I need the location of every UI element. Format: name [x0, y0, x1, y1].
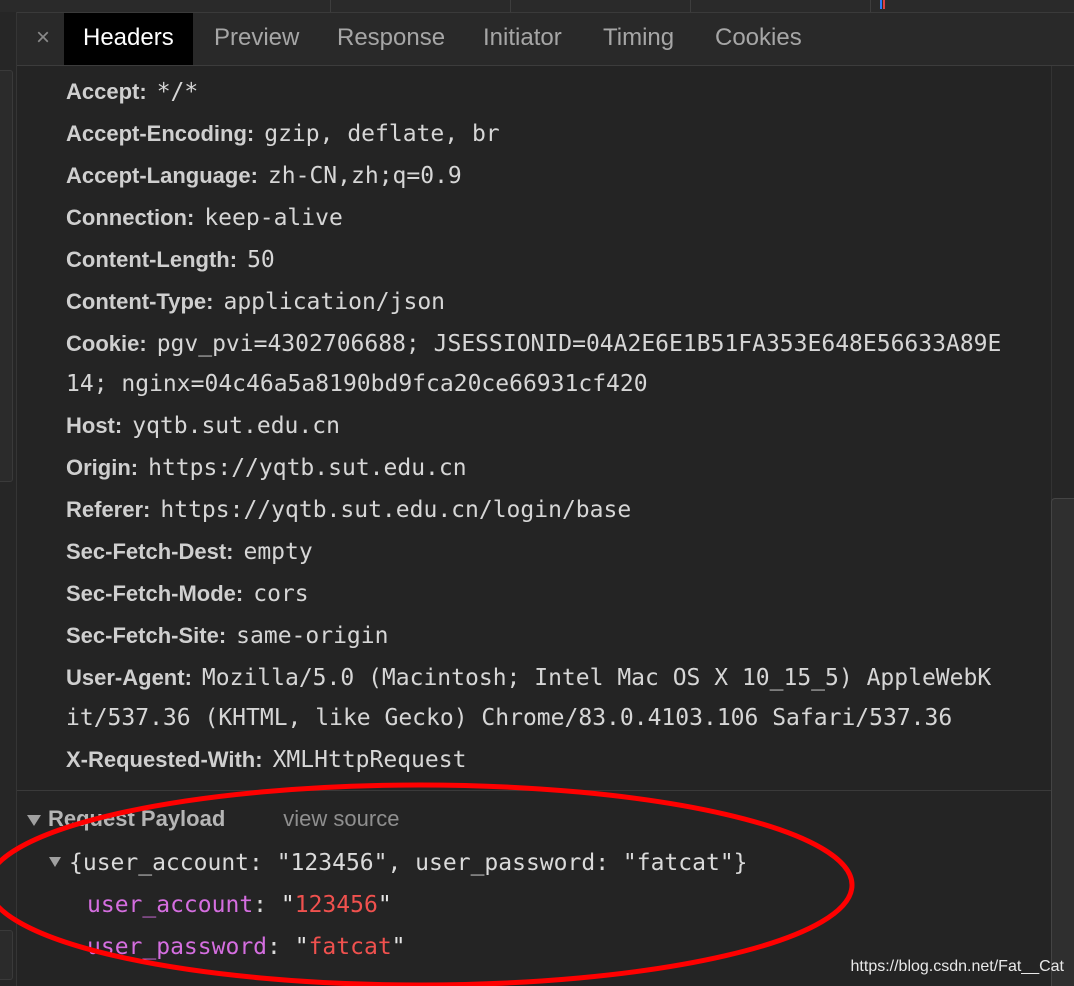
header-row: Host: yqtb.sut.edu.cn: [66, 406, 340, 446]
header-value: Mozilla/5.0 (Macintosh; Intel Mac OS X 1…: [201, 665, 992, 691]
payload-property: user_account: "123456": [87, 892, 392, 918]
request-list-edge: [0, 12, 17, 986]
payload-property: user_password: "fatcat": [87, 934, 406, 960]
header-row: X-Requested-With: XMLHttpRequest: [66, 740, 466, 780]
property-key: user_account: [87, 892, 254, 918]
disclosure-triangle-icon[interactable]: [27, 814, 41, 826]
header-name: Host:: [66, 413, 123, 438]
header-row: Sec-Fetch-Dest: empty: [66, 532, 313, 572]
property-value: fatcat: [308, 934, 392, 960]
payload-object-summary[interactable]: {user_account: "123456", user_password: …: [49, 843, 748, 883]
property-key: user_password: [87, 934, 268, 960]
header-row: Sec-Fetch-Mode: cors: [66, 574, 309, 614]
header-value: XMLHttpRequest: [272, 747, 467, 773]
property-value: 123456: [294, 892, 378, 918]
header-name: Origin:: [66, 455, 139, 480]
strip-divider: [330, 0, 331, 12]
waterfall-marker: [880, 0, 882, 9]
tab-initiator[interactable]: Initiator: [464, 13, 581, 65]
header-name: User-Agent:: [66, 665, 192, 690]
header-name: Sec-Fetch-Mode:: [66, 581, 244, 606]
top-toolbar-strip: [0, 0, 1074, 13]
section-title: Request Payload: [48, 806, 226, 831]
header-name: Connection:: [66, 205, 195, 230]
header-name: Sec-Fetch-Site:: [66, 623, 227, 648]
header-row: Cookie: pgv_pvi=4302706688; JSESSIONID=04…: [66, 324, 1001, 364]
waterfall-marker: [883, 0, 885, 9]
header-name: Sec-Fetch-Dest:: [66, 539, 234, 564]
request-list-scroll[interactable]: [0, 70, 13, 482]
detail-tab-bar: × Headers Preview Response Initiator Tim…: [17, 13, 1074, 66]
header-value-continuation: it/537.36 (KHTML, like Gecko) Chrome/83.…: [66, 705, 953, 731]
header-value: application/json: [223, 289, 446, 315]
header-row: Origin: https://yqtb.sut.edu.cn: [66, 448, 467, 488]
expand-triangle-icon[interactable]: [49, 857, 61, 867]
header-value: https://yqtb.sut.edu.cn/login/base: [160, 497, 632, 523]
header-value: empty: [243, 539, 313, 565]
header-name: Content-Type:: [66, 289, 214, 314]
header-value: https://yqtb.sut.edu.cn: [148, 455, 467, 481]
header-value: zh-CN,zh;q=0.9: [267, 163, 462, 189]
header-name: Accept-Language:: [66, 163, 258, 188]
header-row: Accept: */*: [66, 72, 198, 112]
header-value: cors: [253, 581, 309, 607]
tab-headers[interactable]: Headers: [64, 13, 193, 65]
header-value: */*: [156, 79, 199, 105]
header-row: Connection: keep-alive: [66, 198, 343, 238]
devtools-network-panel: × Headers Preview Response Initiator Tim…: [0, 0, 1074, 986]
header-name: Content-Length:: [66, 247, 238, 272]
header-row: Content-Length: 50: [66, 240, 275, 280]
header-name: Accept:: [66, 79, 147, 104]
section-divider: [17, 790, 1051, 791]
watermark-text: https://blog.csdn.net/Fat__Cat: [850, 958, 1064, 975]
header-row: User-Agent: Mozilla/5.0 (Macintosh; Intel…: [66, 658, 991, 698]
payload-summary-text: {user_account: "123456", user_password: …: [69, 850, 748, 876]
view-source-link[interactable]: view source: [283, 806, 399, 831]
header-row: Content-Type: application/json: [66, 282, 445, 322]
headers-content: Accept: */* Accept-Encoding: gzip, deflate…: [17, 66, 1051, 986]
header-row: Accept-Encoding: gzip, deflate, br: [66, 114, 500, 154]
header-row: Referer: https://yqtb.sut.edu.cn/login/ba…: [66, 490, 631, 530]
header-value: pgv_pvi=4302706688; JSESSIONID=04A2E6E1B…: [156, 331, 1002, 357]
request-payload-header[interactable]: Request Payload view source: [27, 799, 399, 839]
header-name: X-Requested-With:: [66, 747, 263, 772]
tab-response[interactable]: Response: [318, 13, 464, 65]
strip-divider: [690, 0, 691, 12]
header-row: Accept-Language: zh-CN,zh;q=0.9: [66, 156, 462, 196]
header-row: Sec-Fetch-Site: same-origin: [66, 616, 388, 656]
tab-preview[interactable]: Preview: [195, 13, 318, 65]
header-value: same-origin: [236, 623, 389, 649]
header-value-continuation: 14; nginx=04c46a5a8190bd9fca20ce66931cf4…: [66, 371, 648, 397]
header-name: Cookie:: [66, 331, 147, 356]
close-icon[interactable]: ×: [31, 24, 55, 52]
scrollbar-thumb[interactable]: [1051, 498, 1074, 986]
tab-timing[interactable]: Timing: [584, 13, 693, 65]
header-value: yqtb.sut.edu.cn: [132, 413, 340, 439]
header-value: 50: [247, 247, 275, 273]
header-value: keep-alive: [204, 205, 343, 231]
header-name: Referer:: [66, 497, 151, 522]
strip-divider: [510, 0, 511, 12]
header-value: gzip, deflate, br: [264, 121, 500, 147]
header-name: Accept-Encoding:: [66, 121, 255, 146]
request-list-scroll-lower[interactable]: [0, 930, 13, 980]
tab-cookies[interactable]: Cookies: [696, 13, 821, 65]
strip-divider: [870, 0, 871, 12]
